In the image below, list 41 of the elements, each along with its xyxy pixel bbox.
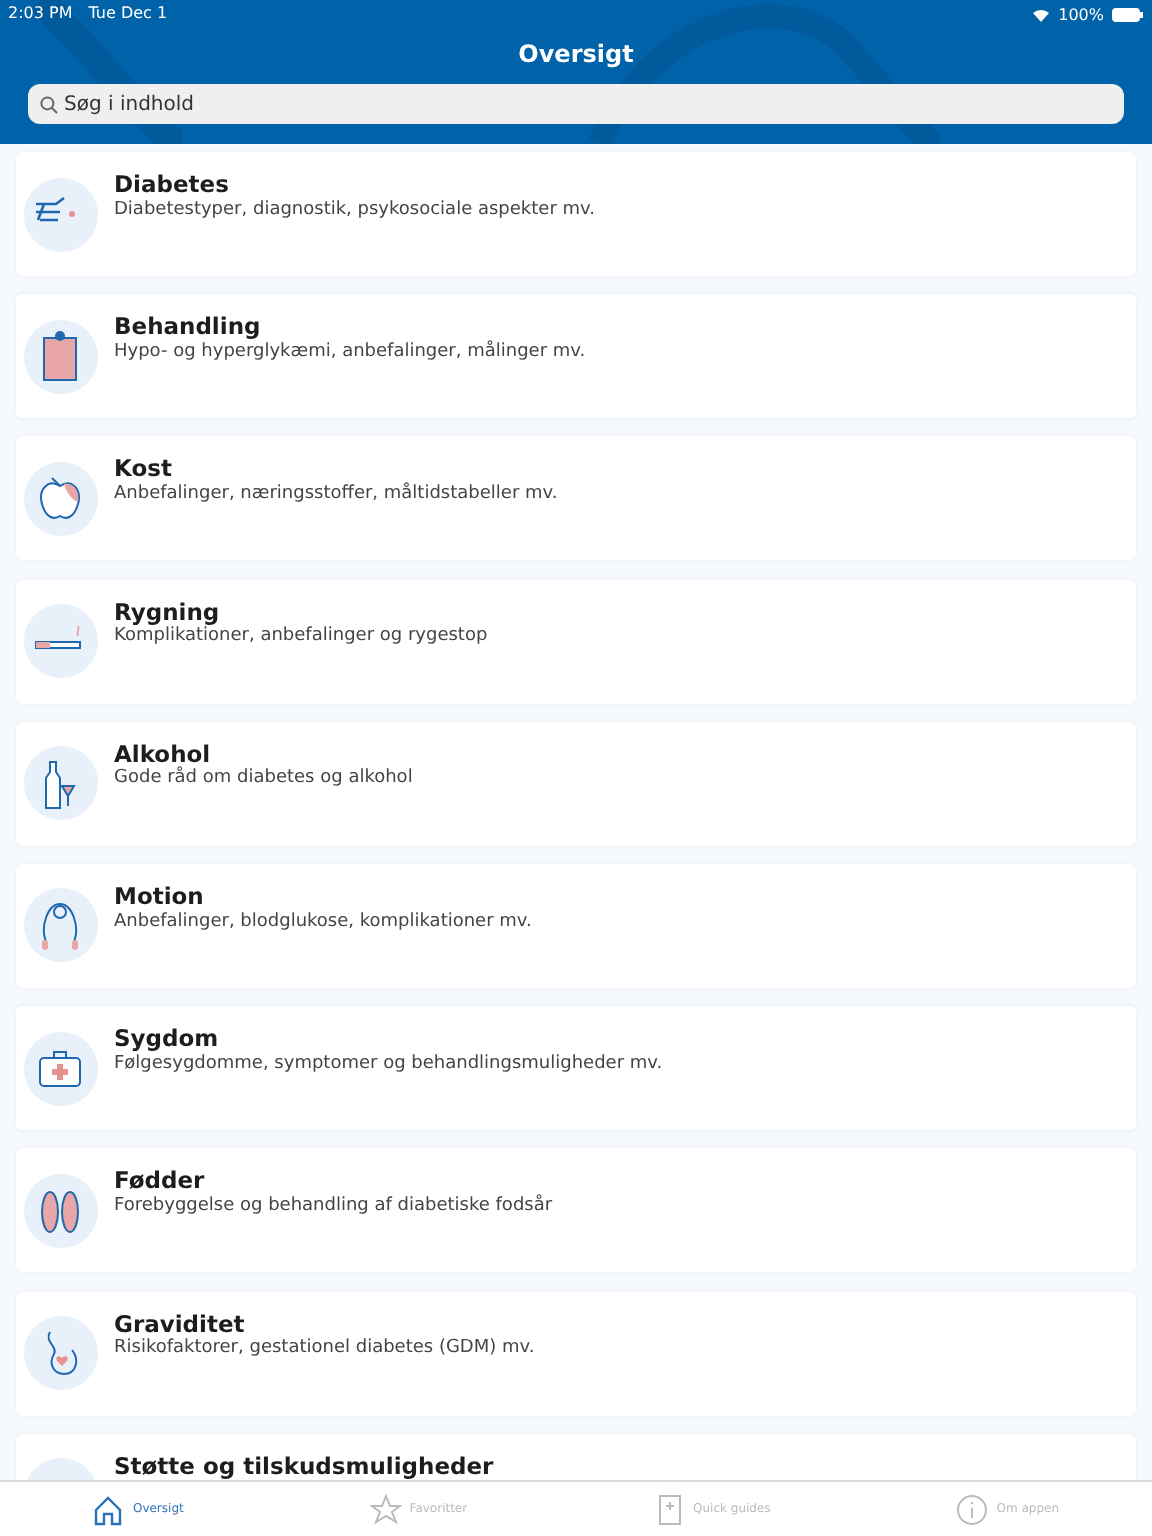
topic-description: Anbefalinger, næringsstoffer, måltidstabeller mv. <box>114 484 558 508</box>
topic-description: Risikofaktorer, gestationel diabetes (GDM) mv. <box>114 1338 535 1362</box>
topic-title: Rygning <box>114 599 220 625</box>
topic-description: Hypo- og hyperglykæmi, anbefalinger, målinger mv. <box>114 341 586 366</box>
wifi-icon <box>1032 8 1051 22</box>
topic-card[interactable]: Behandling Hypo- og hyperglykæmi, anbefalinger, målinger mv. <box>16 294 1136 419</box>
screen-title: Oversigt <box>518 40 634 68</box>
topic-title: Kost <box>114 456 174 483</box>
status-date: Tue Dec 1 <box>88 2 168 26</box>
topic-title: Alkohol <box>114 741 213 767</box>
topic-card[interactable]: Alkohol Gode råd om diabetes og alkohol <box>16 721 1136 846</box>
topic-card[interactable]: Kost Anbefalinger, næringsstoffer, måltidstabeller mv. <box>16 436 1136 561</box>
topic-card[interactable]: Motion Anbefalinger, blodglukose, komplikationer mv. <box>16 863 1136 988</box>
home-icon <box>92 1493 125 1525</box>
topic-title: Støtte og tilskudsmuligheder <box>114 1453 494 1479</box>
topic-title: Graviditet <box>114 1311 247 1337</box>
topic-description: Diabetestyper, diagnostik, psykosociale aspekter mv. <box>114 199 596 223</box>
topic-description: Gode råd om diabetes og alkohol <box>114 768 413 793</box>
topic-title: Diabetes <box>114 172 231 198</box>
topic-title: Sygdom <box>114 1026 221 1052</box>
status-time: 2:03 PM <box>8 2 73 26</box>
search-field[interactable]: Søg i indhold <box>28 84 1124 124</box>
book-icon <box>653 1493 686 1525</box>
topic-description: Følgesygdomme, symptomer og behandlingsmuligheder mv. <box>114 1053 663 1077</box>
topic-description: Anbefalinger, blodglukose, komplikationer mv. <box>114 911 532 935</box>
search-icon <box>40 95 58 113</box>
battery-level: 100% <box>1058 3 1104 27</box>
topic-title: Fødder <box>114 1168 207 1194</box>
topic-description: Forebyggelse og behandling af diabetiske fodsår <box>114 1195 553 1220</box>
topic-description: Komplikationer, anbefalinger og rygestop <box>114 626 488 650</box>
topic-card[interactable]: Fødder Forebyggelse og behandling af diabetiske fodsår <box>16 1148 1136 1273</box>
topic-card[interactable]: Rygning Komplikationer, anbefalinger og rygestop <box>16 579 1136 704</box>
topic-title: Motion <box>114 883 206 910</box>
topic-card[interactable]: Graviditet Risikofaktorer, gestationel diabetes (GDM) mv. <box>16 1291 1136 1415</box>
topic-card[interactable]: Diabetes Diabetestyper, diagnostik, psykosociale aspekter mv. <box>16 152 1136 276</box>
star-icon <box>369 1493 402 1525</box>
topic-card[interactable]: Støtte og tilskudsmuligheder <box>16 1433 1136 1480</box>
topic-card[interactable]: Sygdom Følgesygdomme, symptomer og behandlingsmuligheder mv. <box>16 1006 1136 1131</box>
battery-icon <box>1112 8 1144 22</box>
info-icon <box>956 1493 989 1525</box>
topic-title: Behandling <box>114 314 263 340</box>
